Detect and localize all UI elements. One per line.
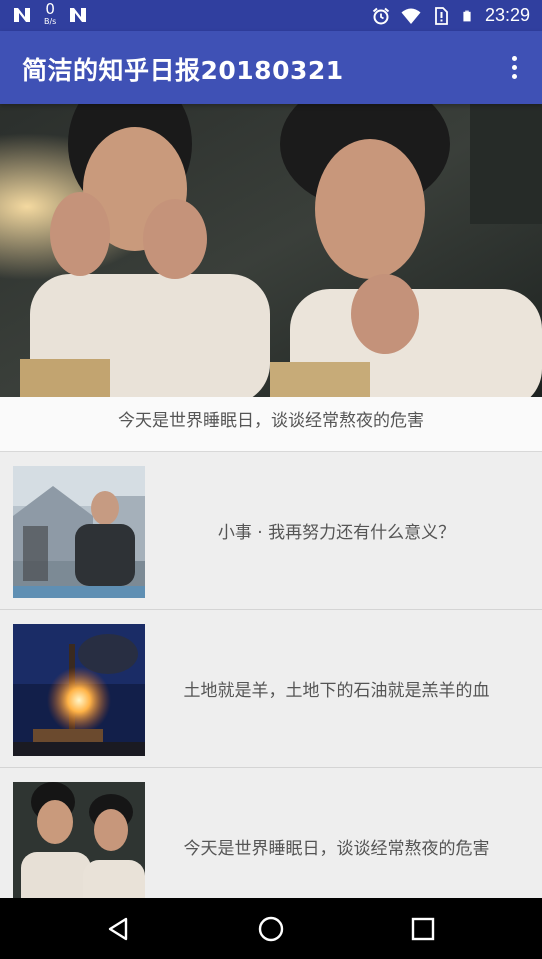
page-title: 简洁的知乎日报20180321 (22, 56, 344, 85)
n-logo-icon (14, 8, 30, 22)
top-story-title: 今天是世界睡眠日，谈谈经常熬夜的危害 (118, 410, 424, 431)
battery-icon (463, 10, 471, 21)
story-thumbnail (13, 782, 145, 898)
app-bar: 简洁的知乎日报20180321 (0, 31, 542, 104)
wifi-icon (401, 8, 421, 24)
status-bar-right: 23:29 (371, 5, 530, 26)
more-options-button[interactable] (500, 49, 528, 85)
list-item[interactable]: 今天是世界睡眠日，谈谈经常熬夜的危害 (0, 768, 542, 898)
home-icon[interactable] (258, 916, 284, 942)
network-speed-unit: B/s (44, 17, 57, 26)
no-sim-icon (435, 6, 448, 25)
top-story-banner[interactable]: 今天是世界睡眠日，谈谈经常熬夜的危害 (0, 104, 542, 452)
status-bar: 0 B/s 23:29 (0, 0, 542, 31)
recents-icon[interactable] (410, 916, 436, 942)
network-speed: 0 B/s (44, 0, 57, 27)
story-feed[interactable]: 今天是世界睡眠日，谈谈经常熬夜的危害 小事 · 我再努力还有什么意义？ 土地就是… (0, 104, 542, 898)
story-list: 小事 · 我再努力还有什么意义？ 土地就是羊，土地下的石油就是羔羊的血 今天是世… (0, 452, 542, 898)
story-title: 土地就是羊，土地下的石油就是羔羊的血 (183, 681, 490, 701)
app-root: 0 B/s 23:29 简洁的知乎日报20180321 今天是世界睡眠日，谈谈经… (0, 0, 542, 959)
story-thumbnail (13, 466, 145, 598)
system-nav-bar (0, 898, 542, 959)
story-title: 小事 · 我再努力还有什么意义？ (217, 523, 456, 543)
back-icon[interactable] (106, 916, 132, 942)
story-title: 今天是世界睡眠日，谈谈经常熬夜的危害 (183, 839, 490, 859)
network-speed-value: 0 (45, 0, 55, 18)
story-thumbnail (13, 624, 145, 756)
n-logo-icon (70, 8, 87, 22)
status-bar-left: 0 B/s (12, 0, 88, 27)
status-time: 23:29 (484, 5, 530, 25)
list-item[interactable]: 小事 · 我再努力还有什么意义？ (0, 452, 542, 610)
list-item[interactable]: 土地就是羊，土地下的石油就是羔羊的血 (0, 610, 542, 768)
top-story-image (0, 104, 542, 397)
alarm-icon (372, 7, 390, 24)
more-vert-icon (511, 55, 517, 61)
